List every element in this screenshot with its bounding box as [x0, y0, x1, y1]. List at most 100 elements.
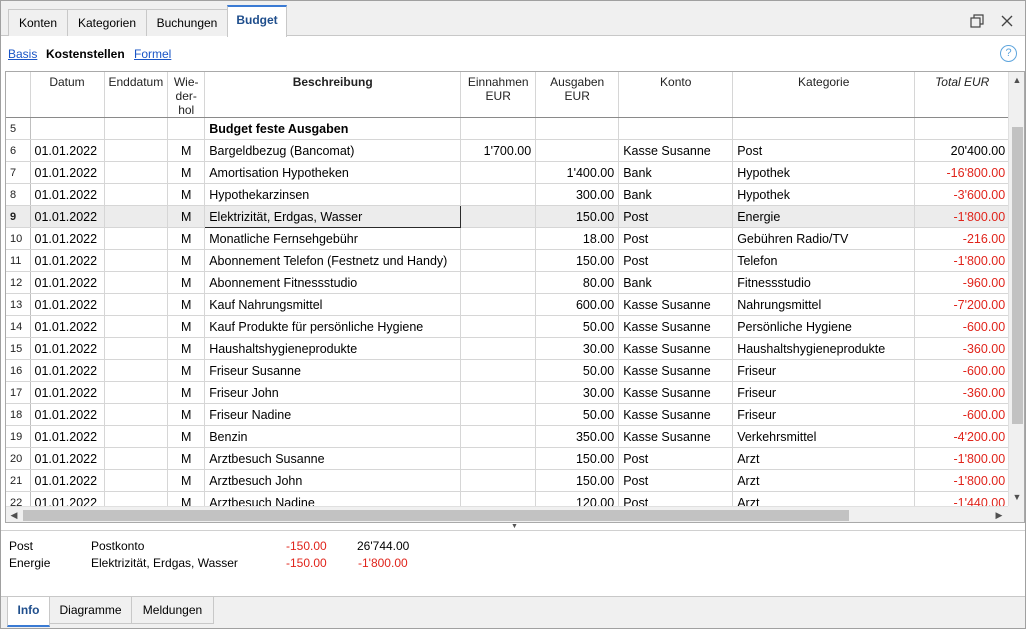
kategorie-cell[interactable] — [732, 117, 916, 140]
datum-cell[interactable]: 01.01.2022 — [30, 425, 105, 448]
ausgaben-cell[interactable]: 80.00 — [535, 271, 620, 294]
enddatum-cell[interactable] — [104, 469, 169, 492]
vertical-scrollbar[interactable]: ▲ ▼ — [1008, 72, 1024, 506]
datum-cell[interactable]: 01.01.2022 — [30, 205, 105, 228]
ausgaben-cell[interactable]: 50.00 — [535, 403, 620, 426]
total-cell[interactable]: -7'200.00 — [914, 293, 1011, 316]
col-beschreibung-header[interactable]: Beschreibung — [204, 72, 462, 118]
enddatum-cell[interactable] — [104, 381, 169, 404]
enddatum-cell[interactable] — [104, 315, 169, 338]
einnahmen-cell[interactable] — [460, 183, 537, 206]
table-row[interactable]: 16 01.01.2022 M Friseur Susanne 50.00 Kasse S… — [6, 359, 1011, 382]
table-row[interactable]: 8 01.01.2022 M Hypothekarzinsen 300.00 Bank Hy… — [6, 183, 1011, 206]
einnahmen-cell[interactable] — [460, 425, 537, 448]
restore-window-icon[interactable] — [969, 13, 985, 29]
col-ausgaben-header[interactable]: Ausgaben EUR — [535, 72, 620, 118]
konto-cell[interactable]: Bank — [618, 161, 734, 184]
scroll-left-icon[interactable]: ◀ — [6, 507, 22, 522]
enddatum-cell[interactable] — [104, 249, 169, 272]
konto-cell[interactable]: Kasse Susanne — [618, 293, 734, 316]
wiederholen-cell[interactable]: M — [167, 271, 206, 294]
table-row[interactable]: 17 01.01.2022 M Friseur John 30.00 Kasse Susa… — [6, 381, 1011, 404]
konto-cell[interactable]: Kasse Susanne — [618, 359, 734, 382]
total-cell[interactable]: -600.00 — [914, 359, 1011, 382]
wiederholen-cell[interactable]: M — [167, 293, 206, 316]
col-enddatum-header[interactable]: Enddatum — [104, 72, 169, 118]
horizontal-scrollbar[interactable]: ◀ ▶ — [6, 506, 1008, 522]
datum-cell[interactable]: 01.01.2022 — [30, 271, 105, 294]
table-row[interactable]: 5 Budget feste Ausgaben — [6, 117, 1011, 140]
datum-cell[interactable]: 01.01.2022 — [30, 139, 105, 162]
wiederholen-cell[interactable]: M — [167, 315, 206, 338]
total-cell[interactable]: 20'400.00 — [914, 139, 1011, 162]
datum-cell[interactable]: 01.01.2022 — [30, 447, 105, 470]
total-cell[interactable]: -1'800.00 — [914, 205, 1011, 228]
enddatum-cell[interactable] — [104, 205, 169, 228]
help-icon[interactable]: ? — [1000, 45, 1017, 62]
datum-cell[interactable]: 01.01.2022 — [30, 469, 105, 492]
datum-cell[interactable]: 01.01.2022 — [30, 183, 105, 206]
ausgaben-cell[interactable]: 350.00 — [535, 425, 620, 448]
ausgaben-cell[interactable]: 30.00 — [535, 337, 620, 360]
table-row[interactable]: 13 01.01.2022 M Kauf Nahrungsmittel 600.00 Ka… — [6, 293, 1011, 316]
total-cell[interactable] — [914, 117, 1011, 140]
kategorie-cell[interactable]: Telefon — [732, 249, 916, 272]
wiederholen-cell[interactable]: M — [167, 205, 206, 228]
datum-cell[interactable]: 01.01.2022 — [30, 337, 105, 360]
vertical-scroll-thumb[interactable] — [1012, 127, 1023, 424]
ausgaben-cell[interactable]: 30.00 — [535, 381, 620, 404]
einnahmen-cell[interactable] — [460, 205, 537, 228]
tab-budget[interactable]: Budget — [227, 5, 287, 37]
col-konto-header[interactable]: Konto — [618, 72, 734, 118]
datum-cell[interactable]: 01.01.2022 — [30, 227, 105, 250]
table-row[interactable]: 9 01.01.2022 M Elektrizität, Erdgas, Wasser… — [6, 205, 1011, 228]
tab-diagramme[interactable]: Diagramme — [49, 597, 132, 624]
total-cell[interactable]: -360.00 — [914, 381, 1011, 404]
table-row[interactable]: 10 01.01.2022 M Monatliche Fernsehgebühr 18.… — [6, 227, 1011, 250]
wiederholen-cell[interactable]: M — [167, 337, 206, 360]
beschreibung-cell[interactable]: Abonnement Fitnessstudio — [204, 271, 462, 294]
splitter-handle-icon[interactable]: ▼ — [511, 523, 518, 530]
view-kostenstellen[interactable]: Kostenstellen — [46, 47, 125, 61]
konto-cell[interactable]: Post — [618, 227, 734, 250]
table-row[interactable]: 14 01.01.2022 M Kauf Produkte für persönlic… — [6, 315, 1011, 338]
table-row[interactable]: 21 01.01.2022 M Arztbesuch John 150.00 Post Ar… — [6, 469, 1011, 492]
kategorie-cell[interactable]: Friseur — [732, 359, 916, 382]
tab-meldungen[interactable]: Meldungen — [131, 597, 214, 624]
einnahmen-cell[interactable] — [460, 337, 537, 360]
beschreibung-cell[interactable]: Benzin — [204, 425, 462, 448]
tab-info[interactable]: Info — [7, 597, 50, 627]
corner-header[interactable] — [6, 72, 31, 118]
einnahmen-cell[interactable] — [460, 293, 537, 316]
beschreibung-cell[interactable]: Haushaltshygieneprodukte — [204, 337, 462, 360]
konto-cell[interactable]: Kasse Susanne — [618, 403, 734, 426]
kategorie-cell[interactable]: Persönliche Hygiene — [732, 315, 916, 338]
einnahmen-cell[interactable] — [460, 315, 537, 338]
view-formel[interactable]: Formel — [134, 47, 171, 61]
col-einnahmen-header[interactable]: Einnahmen EUR — [460, 72, 537, 118]
scroll-right-icon[interactable]: ▶ — [991, 507, 1007, 522]
total-cell[interactable]: -600.00 — [914, 315, 1011, 338]
konto-cell[interactable]: Kasse Susanne — [618, 337, 734, 360]
einnahmen-cell[interactable] — [460, 447, 537, 470]
ausgaben-cell[interactable]: 1'400.00 — [535, 161, 620, 184]
tab-konten[interactable]: Konten — [8, 9, 68, 36]
einnahmen-cell[interactable] — [460, 249, 537, 272]
total-cell[interactable]: -1'800.00 — [914, 249, 1011, 272]
total-cell[interactable]: -16'800.00 — [914, 161, 1011, 184]
datum-cell[interactable]: 01.01.2022 — [30, 161, 105, 184]
kategorie-cell[interactable]: Verkehrsmittel — [732, 425, 916, 448]
wiederholen-cell[interactable]: M — [167, 161, 206, 184]
einnahmen-cell[interactable] — [460, 469, 537, 492]
enddatum-cell[interactable] — [104, 293, 169, 316]
kategorie-cell[interactable]: Friseur — [732, 381, 916, 404]
ausgaben-cell[interactable]: 18.00 — [535, 227, 620, 250]
datum-cell[interactable]: 01.01.2022 — [30, 381, 105, 404]
table-row[interactable]: 20 01.01.2022 M Arztbesuch Susanne 150.00 Pos… — [6, 447, 1011, 470]
konto-cell[interactable]: Bank — [618, 183, 734, 206]
datum-cell[interactable]: 01.01.2022 — [30, 315, 105, 338]
total-cell[interactable]: -4'200.00 — [914, 425, 1011, 448]
horizontal-scroll-thumb[interactable] — [23, 510, 849, 521]
wiederholen-cell[interactable]: M — [167, 469, 206, 492]
wiederholen-cell[interactable]: M — [167, 183, 206, 206]
